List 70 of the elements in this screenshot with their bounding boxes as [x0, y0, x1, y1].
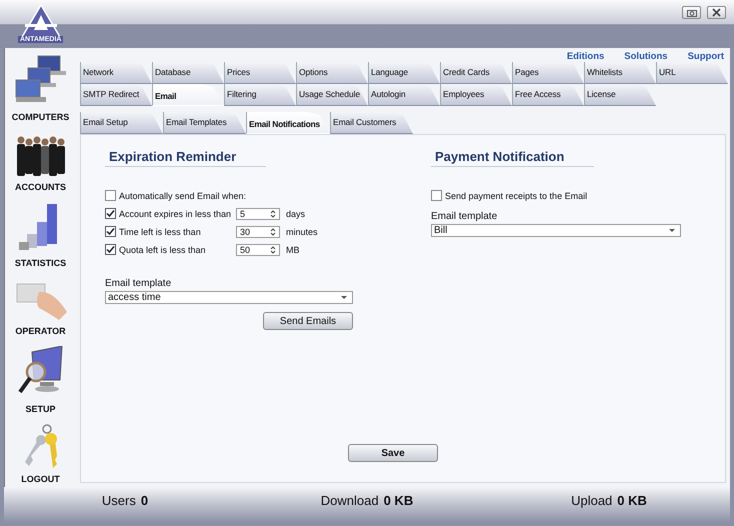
tab[interactable]: Filtering	[224, 84, 296, 106]
section-title: Expiration Reminder	[105, 149, 266, 167]
subtab[interactable]: Email Customers	[330, 112, 413, 134]
checkbox[interactable]	[105, 226, 116, 237]
status-label: Download	[320, 493, 379, 508]
tab[interactable]: Whitelists	[584, 62, 656, 84]
tab[interactable]: Pages	[512, 62, 584, 84]
send-emails-button[interactable]: Send Emails	[263, 312, 353, 330]
unit-label: minutes	[286, 226, 318, 236]
checkbox[interactable]	[105, 244, 116, 255]
tab[interactable]: Email	[152, 84, 224, 106]
tab[interactable]: Credit Cards	[440, 62, 512, 84]
spin-arrows-icon[interactable]	[270, 244, 276, 254]
tab[interactable]: Prices	[224, 62, 296, 84]
header-link[interactable]: Editions	[566, 51, 604, 62]
tab[interactable]: Network	[80, 62, 152, 84]
section-title: Payment Notification	[431, 149, 594, 167]
tab[interactable]: Employees	[440, 84, 512, 106]
tab[interactable]: Language	[368, 62, 440, 84]
subtab[interactable]: Email Notifications	[246, 112, 330, 134]
spin-arrows-icon[interactable]	[270, 226, 276, 236]
spin-arrows-icon[interactable]	[270, 208, 276, 218]
checkbox-label: Quota left is less than	[119, 244, 206, 254]
dropdown-arrow-icon[interactable]	[341, 296, 347, 300]
tab[interactable]: Usage Schedule	[296, 84, 368, 106]
checkbox-label: Automatically send Email when:	[119, 190, 246, 200]
header-link[interactable]: Support	[688, 51, 724, 62]
checkbox-label: Send payment receipts to the Email	[445, 190, 588, 200]
number-spinner[interactable]: 30	[236, 226, 280, 238]
tab[interactable]: Database	[152, 62, 224, 84]
template-dropdown[interactable]: access time	[105, 291, 353, 304]
checkbox[interactable]	[431, 190, 442, 201]
unit-label: MB	[286, 244, 300, 254]
sidebar-label[interactable]: ACCOUNTS	[15, 182, 66, 192]
header-link[interactable]: Solutions	[624, 51, 668, 62]
sidebar-label[interactable]: STATISTICS	[14, 258, 66, 268]
checkbox-label: Time left is less than	[119, 226, 201, 236]
sidebar-label[interactable]: LOGOUT	[21, 474, 60, 484]
close-button[interactable]	[707, 6, 726, 19]
checkbox[interactable]	[105, 190, 116, 201]
checkbox[interactable]	[105, 208, 116, 219]
subtab[interactable]: Email Setup	[80, 112, 163, 134]
field-label: Email template	[105, 278, 172, 289]
status-value: 0	[140, 493, 148, 508]
status-label: Upload	[571, 493, 612, 508]
sidebar-label[interactable]: OPERATOR	[15, 326, 66, 336]
tab[interactable]: URL	[656, 62, 728, 84]
unit-label: days	[286, 208, 306, 218]
logo-icon	[20, 4, 61, 38]
status-label: Users	[102, 493, 136, 508]
sidebar-label[interactable]: SETUP	[25, 404, 56, 414]
field-label: Email template	[431, 211, 498, 222]
tab[interactable]: License	[584, 84, 656, 106]
tab[interactable]: SMTP Redirect	[80, 84, 152, 106]
tab[interactable]: Free Access	[512, 84, 584, 106]
number-spinner[interactable]: 5	[236, 208, 280, 220]
status-value: 0 KB	[384, 493, 414, 508]
template-dropdown[interactable]: Bill	[431, 224, 681, 237]
dropdown-arrow-icon[interactable]	[669, 228, 675, 232]
camera-button[interactable]	[682, 6, 701, 19]
tab[interactable]: Options	[296, 62, 368, 84]
camera-icon[interactable]	[686, 8, 696, 16]
subtab[interactable]: Email Templates	[163, 112, 246, 134]
number-spinner[interactable]: 50	[236, 244, 280, 256]
checkbox-label: Account expires in less than	[119, 208, 232, 218]
status-value: 0 KB	[617, 493, 647, 508]
close-icon[interactable]	[712, 8, 721, 17]
sidebar-label[interactable]: COMPUTERS	[12, 112, 70, 122]
save-button[interactable]: Save	[348, 444, 438, 462]
tab[interactable]: Autologin	[368, 84, 440, 106]
